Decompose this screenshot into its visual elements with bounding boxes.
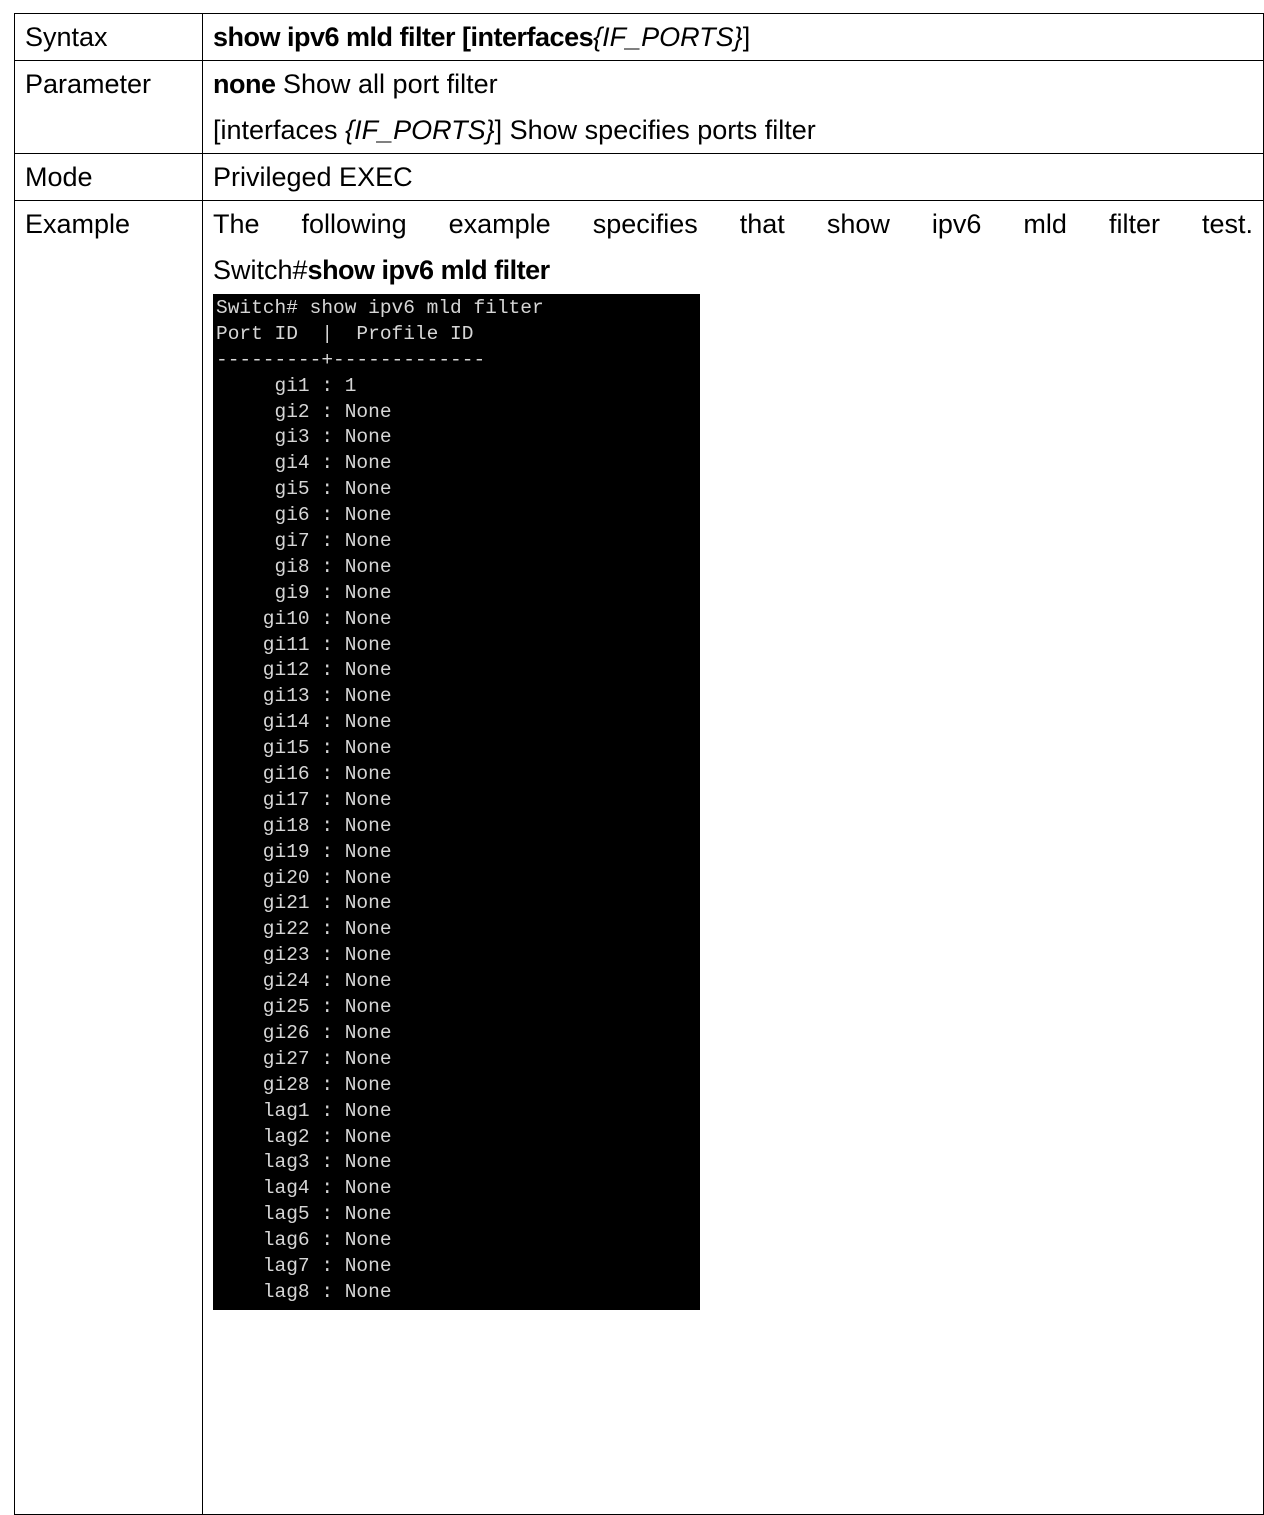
terminal-line: lag6 : None xyxy=(216,1229,392,1252)
example-value: The following example specifies that sho… xyxy=(202,200,1264,1515)
terminal-line: gi6 : None xyxy=(216,504,392,527)
terminal-line: gi11 : None xyxy=(216,633,392,656)
syntax-value: show ipv6 mld filter [interfaces{IF_PORT… xyxy=(202,13,1264,61)
parameter-line-interfaces: [interfaces {IF_PORTS}] Show specifies p… xyxy=(213,107,1253,153)
terminal-line: gi27 : None xyxy=(216,1047,392,1070)
terminal-line: gi15 : None xyxy=(216,737,392,760)
terminal-line: gi2 : None xyxy=(216,400,392,423)
terminal-line: gi14 : None xyxy=(216,711,392,734)
example-command: show ipv6 mld filter xyxy=(307,255,551,285)
parameter-value: none Show all port filter [interfaces {I… xyxy=(202,60,1264,154)
mode-value: Privileged EXEC xyxy=(202,153,1264,201)
example-intro: The following example specifies that sho… xyxy=(213,209,1253,239)
terminal-line: gi4 : None xyxy=(216,452,392,475)
terminal-line: gi24 : None xyxy=(216,970,392,993)
terminal-line: lag4 : None xyxy=(216,1177,392,1200)
terminal-line: gi21 : None xyxy=(216,892,392,915)
parameter-interfaces-arg: {IF_PORTS} xyxy=(345,115,495,145)
terminal-line: gi13 : None xyxy=(216,685,392,708)
mode-label: Mode xyxy=(14,153,203,201)
syntax-command: show ipv6 mld filter [interfaces xyxy=(213,22,594,52)
terminal-line: gi16 : None xyxy=(216,763,392,786)
example-row: Example The following example specifies … xyxy=(14,200,1264,1515)
example-command-line: Switch#show ipv6 mld filter xyxy=(213,247,1253,293)
terminal-line: gi5 : None xyxy=(216,478,392,501)
terminal-output: Switch# show ipv6 mld filter Port ID | Pr… xyxy=(216,296,700,1306)
parameter-line-none: none Show all port filter xyxy=(213,61,1253,107)
terminal-line: lag2 : None xyxy=(216,1125,392,1148)
terminal-screenshot: Switch# show ipv6 mld filter Port ID | Pr… xyxy=(213,294,700,1310)
syntax-label: Syntax xyxy=(14,13,203,61)
terminal-line: gi9 : None xyxy=(216,581,392,604)
syntax-argument: {IF_PORTS} xyxy=(593,22,743,52)
parameter-interfaces-pre: [interfaces xyxy=(213,115,346,145)
terminal-line: gi17 : None xyxy=(216,788,392,811)
parameter-row: Parameter none Show all port filter [int… xyxy=(14,60,1264,154)
terminal-line: ---------+------------- xyxy=(216,348,486,371)
terminal-line: gi18 : None xyxy=(216,814,392,837)
terminal-line: gi20 : None xyxy=(216,866,392,889)
terminal-line: gi19 : None xyxy=(216,840,392,863)
terminal-line: gi10 : None xyxy=(216,607,392,630)
terminal-line: gi23 : None xyxy=(216,944,392,967)
terminal-line: lag8 : None xyxy=(216,1280,392,1303)
parameter-interfaces-desc: ] Show specifies ports filter xyxy=(494,115,816,145)
terminal-line: lag5 : None xyxy=(216,1203,392,1226)
example-prompt: Switch# xyxy=(213,255,308,285)
parameter-keyword-none: none xyxy=(213,69,276,99)
example-label: Example xyxy=(14,200,203,1515)
command-reference-table: Syntax show ipv6 mld filter [interfaces{… xyxy=(14,13,1264,1515)
terminal-line: lag1 : None xyxy=(216,1099,392,1122)
terminal-line: gi12 : None xyxy=(216,659,392,682)
terminal-line: gi25 : None xyxy=(216,996,392,1019)
terminal-line: gi1 : 1 xyxy=(216,374,357,397)
terminal-line: gi8 : None xyxy=(216,555,392,578)
terminal-line: lag3 : None xyxy=(216,1151,392,1174)
terminal-line: gi7 : None xyxy=(216,530,392,553)
terminal-line: Port ID | Profile ID xyxy=(216,322,474,345)
syntax-row: Syntax show ipv6 mld filter [interfaces{… xyxy=(14,13,1264,61)
terminal-line: gi3 : None xyxy=(216,426,392,449)
terminal-line: lag7 : None xyxy=(216,1254,392,1277)
syntax-close-bracket: ] xyxy=(742,22,751,52)
terminal-line: gi26 : None xyxy=(216,1021,392,1044)
mode-row: Mode Privileged EXEC xyxy=(14,153,1264,201)
parameter-desc-none: Show all port filter xyxy=(275,69,498,99)
parameter-label: Parameter xyxy=(14,60,203,154)
terminal-line: gi22 : None xyxy=(216,918,392,941)
terminal-line: gi28 : None xyxy=(216,1073,392,1096)
terminal-line: Switch# show ipv6 mld filter xyxy=(216,297,544,319)
